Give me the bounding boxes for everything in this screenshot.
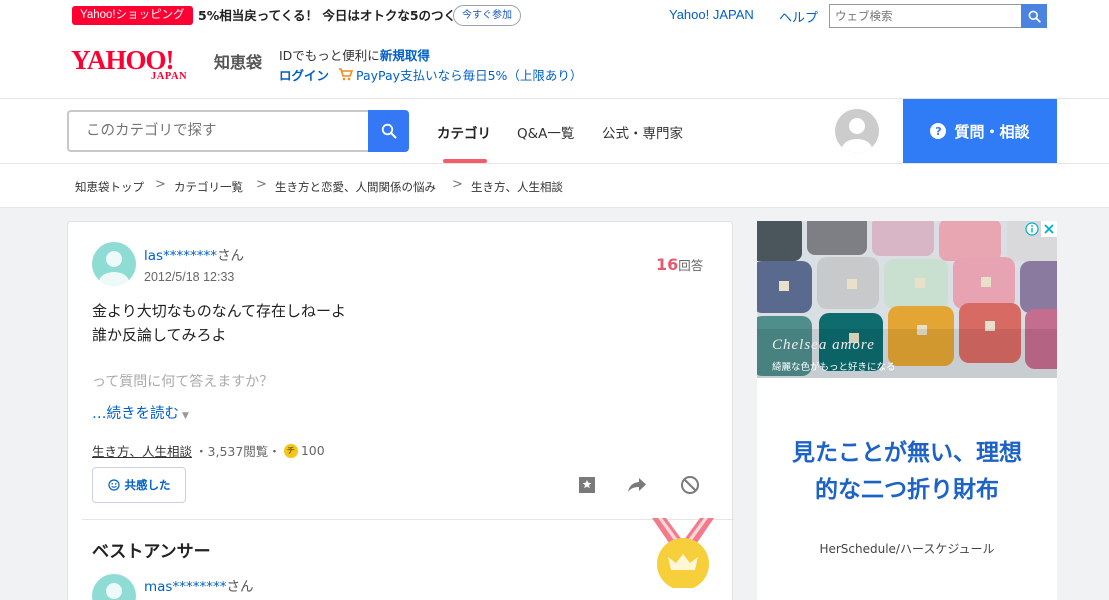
logo-yahoo-text: YAHOO!: [71, 45, 175, 75]
medal-icon: [652, 518, 714, 588]
bookmark-icon: [579, 477, 595, 493]
ad-image-caption: 綺麗な色がもっと好きになる: [772, 362, 896, 373]
coin-amount: 100: [300, 443, 325, 458]
answer-count-unit: 回答: [678, 258, 704, 273]
question-truncated-text: って質問に何て答えますか？: [92, 374, 274, 390]
bookmark-button[interactable]: [575, 473, 599, 497]
tab-official-experts[interactable]: 公式・専門家: [602, 122, 683, 142]
questioner-name[interactable]: las********さん: [144, 244, 244, 264]
questioner-id: las********: [144, 248, 218, 264]
web-search-input[interactable]: [829, 4, 1022, 28]
user-avatar[interactable]: [835, 109, 879, 153]
chiebukuro-logo[interactable]: 知恵袋: [214, 49, 262, 73]
ad-advertiser: HerSchedule/ハースケジュール: [819, 542, 995, 556]
question-card: las********さん 2012/5/18 12:33 16回答 金より大切…: [67, 221, 734, 600]
answerer-name[interactable]: mas********さん: [144, 575, 253, 595]
category-search-button[interactable]: [368, 110, 409, 152]
id-promo-text: IDでもっと便利に: [279, 48, 380, 63]
breadcrumb-item-top[interactable]: 知恵袋トップ: [75, 179, 144, 195]
breadcrumb-separator: >: [256, 177, 267, 192]
logo-japan-text: JAPAN: [151, 71, 188, 82]
top-bar: Yahoo!ショッピング 5%相当戻ってくる！ 今日はオトクな5のつく日 今すぐ…: [0, 0, 1109, 32]
category-search-input[interactable]: [67, 110, 368, 152]
answerer-avatar[interactable]: [92, 574, 136, 600]
tab-qa-list[interactable]: Q&A一覧: [517, 122, 574, 142]
paypay-promo[interactable]: PayPay支払いなら毎日5%（上限あり）: [338, 65, 582, 84]
default-avatar-icon: [106, 583, 122, 599]
best-answer-heading: ベストアンサー: [92, 542, 211, 562]
join-now-button[interactable]: 今すぐ参加: [453, 5, 521, 26]
answer-count-number: 16: [656, 255, 679, 274]
smile-icon: [107, 479, 120, 491]
honorific: さん: [226, 579, 254, 595]
close-icon[interactable]: [1041, 221, 1057, 237]
breadcrumb-item-life-love[interactable]: 生き方と恋愛、人間関係の悩み: [275, 179, 436, 195]
site-header: YAHOO! JAPAN 知恵袋 IDでもっと便利に新規取得 ログイン PayP…: [0, 32, 1109, 98]
breadcrumb-separator: >: [155, 177, 166, 192]
questioner-avatar[interactable]: [92, 242, 136, 286]
breadcrumb: 知恵袋トップ > カテゴリ一覧 > 生き方と恋愛、人間関係の悩み > 生き方、人…: [0, 164, 1109, 208]
share-arrow-icon: [628, 478, 646, 492]
ad-info-icon[interactable]: [1025, 222, 1039, 236]
empathy-button[interactable]: 共感した: [92, 467, 186, 503]
question-body: 金より大切なものなんて存在しねーよ 誰か反論してみろよ: [92, 299, 346, 347]
coin-icon: チ: [283, 443, 298, 458]
question-line: 金より大切なものなんて存在しねーよ: [92, 302, 346, 320]
question-line: 誰か反論してみろよ: [92, 326, 227, 344]
chevron-down-icon: ▼: [182, 411, 189, 421]
block-icon: [681, 476, 699, 494]
yahoo-japan-logo[interactable]: YAHOO! JAPAN: [71, 46, 211, 86]
active-tab-indicator: [443, 159, 487, 163]
share-button[interactable]: [625, 473, 649, 497]
wallets-image: [757, 221, 1057, 378]
section-divider: [82, 519, 734, 520]
ask-question-button[interactable]: ? 質問・相談: [903, 99, 1057, 163]
search-icon: [381, 123, 396, 139]
shopping-promo-pill[interactable]: Yahoo!ショッピング: [72, 6, 193, 25]
default-avatar-icon: [842, 118, 872, 153]
ad-headline[interactable]: 見たことが無い、理想 的な二つ折り財布: [757, 435, 1057, 509]
ad-product-image[interactable]: Chelsea amore 綺麗な色がもっと好きになる: [757, 221, 1057, 378]
breadcrumb-item-life-advice[interactable]: 生き方、人生相談: [471, 179, 563, 195]
id-promo: IDでもっと便利に新規取得: [279, 45, 430, 64]
read-more-label: …続きを読む: [92, 406, 179, 422]
cart-icon: [339, 68, 353, 81]
search-icon: [1028, 10, 1041, 23]
yahoo-japan-link[interactable]: Yahoo! JAPAN: [669, 7, 754, 22]
view-count: ・3,537閲覧・: [195, 444, 281, 459]
block-button[interactable]: [678, 473, 702, 497]
advertisement[interactable]: Chelsea amore 綺麗な色がもっと好きになる 見たことが無い、理想 的…: [757, 221, 1057, 600]
category-nav: カテゴリ Q&A一覧 公式・専門家 ? 質問・相談: [0, 98, 1109, 164]
web-search-button[interactable]: [1021, 4, 1047, 28]
question-icon: ?: [930, 123, 947, 139]
answer-count[interactable]: 16回答: [656, 255, 703, 274]
ask-button-label: 質問・相談: [954, 122, 1030, 141]
question-category-link[interactable]: 生き方、人生相談: [92, 441, 192, 460]
empathy-label: 共感した: [124, 478, 171, 492]
default-avatar-icon: [99, 251, 129, 286]
read-more-link[interactable]: …続きを読む ▼: [92, 402, 189, 423]
breadcrumb-separator: >: [452, 177, 463, 192]
ad-headline-line: 的な二つ折り財布: [815, 477, 999, 503]
ad-brand-script: Chelsea amore: [772, 337, 875, 353]
question-meta: 生き方、人生相談 ・3,537閲覧・ チ 100: [92, 441, 325, 460]
question-date: 2012/5/18 12:33: [144, 270, 235, 284]
breadcrumb-item-categories[interactable]: カテゴリ一覧: [174, 179, 243, 195]
promo-text[interactable]: 5%相当戻ってくる！ 今日はオトクな5のつく日: [198, 6, 469, 25]
login-link[interactable]: ログイン: [279, 65, 329, 84]
tab-category[interactable]: カテゴリ: [437, 122, 491, 142]
honorific: さん: [217, 248, 245, 264]
register-link[interactable]: 新規取得: [380, 48, 430, 63]
help-link[interactable]: ヘルプ: [779, 7, 818, 26]
paypay-text: PayPay支払いなら毎日5%（上限あり）: [356, 68, 583, 83]
ad-headline-line: 見たことが無い、理想: [792, 440, 1022, 466]
answerer-id: mas********: [144, 579, 227, 595]
